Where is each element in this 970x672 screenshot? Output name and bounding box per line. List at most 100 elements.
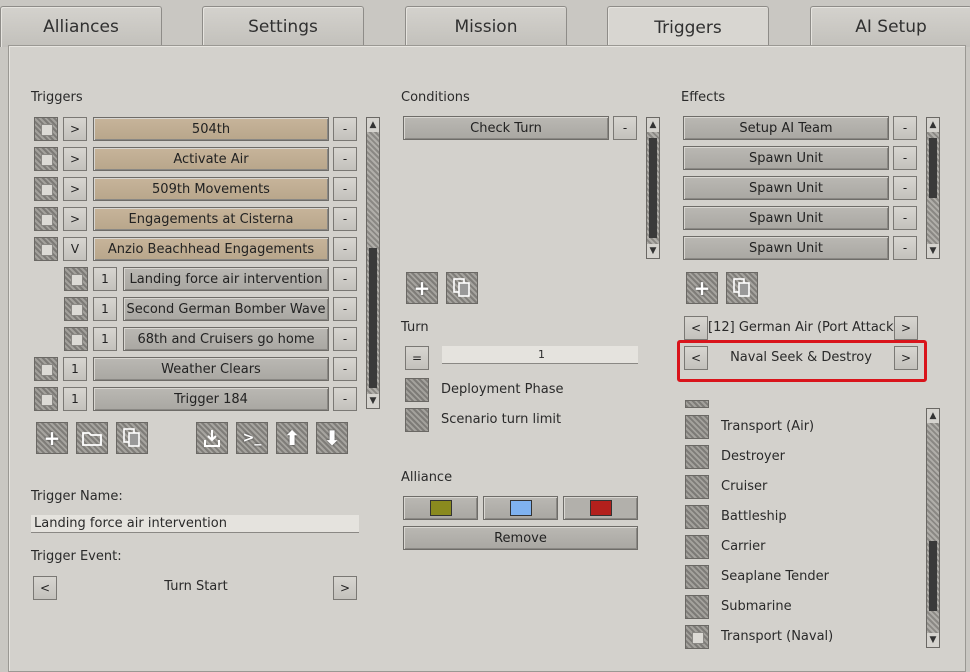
unit-type-checkbox[interactable]	[685, 475, 709, 499]
trigger-expand-button[interactable]: >	[63, 207, 87, 231]
move-down-icon[interactable]: ⬇	[316, 422, 348, 454]
remove-trigger-button[interactable]: -	[333, 327, 357, 351]
turn-value-input[interactable]: 1	[442, 346, 638, 364]
scroll-thumb[interactable]	[929, 541, 937, 611]
remove-condition-button[interactable]: -	[613, 116, 637, 140]
move-up-icon[interactable]: ⬆	[276, 422, 308, 454]
remove-effect-button[interactable]: -	[893, 146, 917, 170]
trigger-expand-button[interactable]: >	[63, 147, 87, 171]
remove-trigger-button[interactable]: -	[333, 267, 357, 291]
effect-item[interactable]: Spawn Unit	[683, 236, 889, 260]
trigger-expand-button[interactable]: 1	[63, 387, 87, 411]
scroll-down-icon[interactable]: ▼	[927, 244, 939, 258]
add-trigger-icon[interactable]: +	[36, 422, 68, 454]
scroll-thumb[interactable]	[369, 248, 377, 388]
scroll-up-icon[interactable]: ▲	[647, 118, 659, 132]
remove-effect-button[interactable]: -	[893, 176, 917, 200]
remove-effect-button[interactable]: -	[893, 206, 917, 230]
alliance-color-button[interactable]	[403, 496, 478, 520]
trigger-item[interactable]: 504th	[93, 117, 329, 141]
trigger-item[interactable]: 509th Movements	[93, 177, 329, 201]
import-icon[interactable]	[196, 422, 228, 454]
alliance-color-button[interactable]	[563, 496, 638, 520]
copy-effect-icon[interactable]	[726, 272, 758, 304]
scroll-thumb[interactable]	[929, 138, 937, 198]
unit-type-checkbox[interactable]	[685, 505, 709, 529]
trigger-checkbox[interactable]	[34, 357, 58, 381]
effects-scrollbar[interactable]: ▲ ▼	[926, 117, 940, 259]
triggers-scrollbar[interactable]: ▲ ▼	[366, 117, 380, 409]
trigger-item[interactable]: Landing force air intervention	[123, 267, 329, 291]
condition-item[interactable]: Check Turn	[403, 116, 609, 140]
alliance-color-button[interactable]	[483, 496, 558, 520]
tab-triggers[interactable]: Triggers	[607, 6, 769, 49]
trigger-expand-button[interactable]: 1	[63, 357, 87, 381]
scroll-up-icon[interactable]: ▲	[927, 118, 939, 132]
trigger-checkbox[interactable]	[34, 387, 58, 411]
remove-effect-button[interactable]: -	[893, 116, 917, 140]
scroll-down-icon[interactable]: ▼	[927, 633, 939, 647]
trigger-checkbox[interactable]	[34, 207, 58, 231]
remove-button[interactable]: Remove	[403, 526, 638, 550]
deployment-phase-checkbox[interactable]	[405, 378, 429, 402]
trigger-expand-button[interactable]: V	[63, 237, 87, 261]
turn-operator-button[interactable]: =	[405, 346, 429, 370]
trigger-checkbox[interactable]	[34, 177, 58, 201]
tab-mission[interactable]: Mission	[405, 6, 567, 47]
trigger-item[interactable]: Activate Air	[93, 147, 329, 171]
trigger-checkbox[interactable]	[34, 117, 58, 141]
copy-icon[interactable]	[116, 422, 148, 454]
scroll-down-icon[interactable]: ▼	[647, 244, 659, 258]
effect-item[interactable]: Setup AI Team	[683, 116, 889, 140]
effect-item[interactable]: Spawn Unit	[683, 146, 889, 170]
unit-type-checkbox[interactable]	[685, 535, 709, 559]
remove-trigger-button[interactable]: -	[333, 237, 357, 261]
team-prev-button[interactable]: <	[684, 316, 708, 340]
trigger-expand-button[interactable]: 1	[93, 267, 117, 291]
tab-alliances[interactable]: Alliances	[0, 6, 162, 47]
unit-types-scrollbar[interactable]: ▲ ▼	[926, 408, 940, 648]
conditions-scrollbar[interactable]: ▲ ▼	[646, 117, 660, 259]
event-prev-button[interactable]: <	[33, 576, 57, 600]
trigger-checkbox[interactable]	[64, 327, 88, 351]
remove-trigger-button[interactable]: -	[333, 117, 357, 141]
team-next-button[interactable]: >	[894, 316, 918, 340]
remove-trigger-button[interactable]: -	[333, 147, 357, 171]
scroll-up-icon[interactable]: ▲	[367, 118, 379, 132]
remove-trigger-button[interactable]: -	[333, 207, 357, 231]
unit-type-checkbox[interactable]	[685, 445, 709, 469]
trigger-item[interactable]: Weather Clears	[93, 357, 329, 381]
turn-limit-checkbox[interactable]	[405, 408, 429, 432]
effect-item[interactable]: Spawn Unit	[683, 206, 889, 230]
copy-condition-icon[interactable]	[446, 272, 478, 304]
trigger-item[interactable]: Engagements at Cisterna	[93, 207, 329, 231]
trigger-checkbox[interactable]	[64, 267, 88, 291]
trigger-checkbox[interactable]	[34, 237, 58, 261]
trigger-expand-button[interactable]: >	[63, 177, 87, 201]
effect-item[interactable]: Spawn Unit	[683, 176, 889, 200]
scroll-up-icon[interactable]: ▲	[927, 409, 939, 423]
remove-trigger-button[interactable]: -	[333, 297, 357, 321]
remove-trigger-button[interactable]: -	[333, 177, 357, 201]
unit-type-checkbox[interactable]	[685, 415, 709, 439]
remove-trigger-button[interactable]: -	[333, 357, 357, 381]
tab-settings[interactable]: Settings	[202, 6, 364, 47]
remove-trigger-button[interactable]: -	[333, 387, 357, 411]
trigger-item[interactable]: Anzio Beachhead Engagements	[93, 237, 329, 261]
trigger-expand-button[interactable]: >	[63, 117, 87, 141]
trigger-item[interactable]: Trigger 184	[93, 387, 329, 411]
trigger-item[interactable]: 68th and Cruisers go home	[123, 327, 329, 351]
trigger-expand-button[interactable]: 1	[93, 297, 117, 321]
tab-ai-setup[interactable]: AI Setup	[810, 6, 970, 47]
trigger-expand-button[interactable]: 1	[93, 327, 117, 351]
trigger-name-input[interactable]: Landing force air intervention	[31, 515, 359, 533]
unit-type-checkbox[interactable]	[685, 565, 709, 589]
trigger-checkbox[interactable]	[64, 297, 88, 321]
event-next-button[interactable]: >	[333, 576, 357, 600]
console-icon[interactable]: >_	[236, 422, 268, 454]
scroll-down-icon[interactable]: ▼	[367, 394, 379, 408]
trigger-item[interactable]: Second German Bomber Wave	[123, 297, 329, 321]
unit-type-checkbox[interactable]	[685, 400, 709, 408]
add-effect-icon[interactable]: +	[686, 272, 718, 304]
trigger-checkbox[interactable]	[34, 147, 58, 171]
